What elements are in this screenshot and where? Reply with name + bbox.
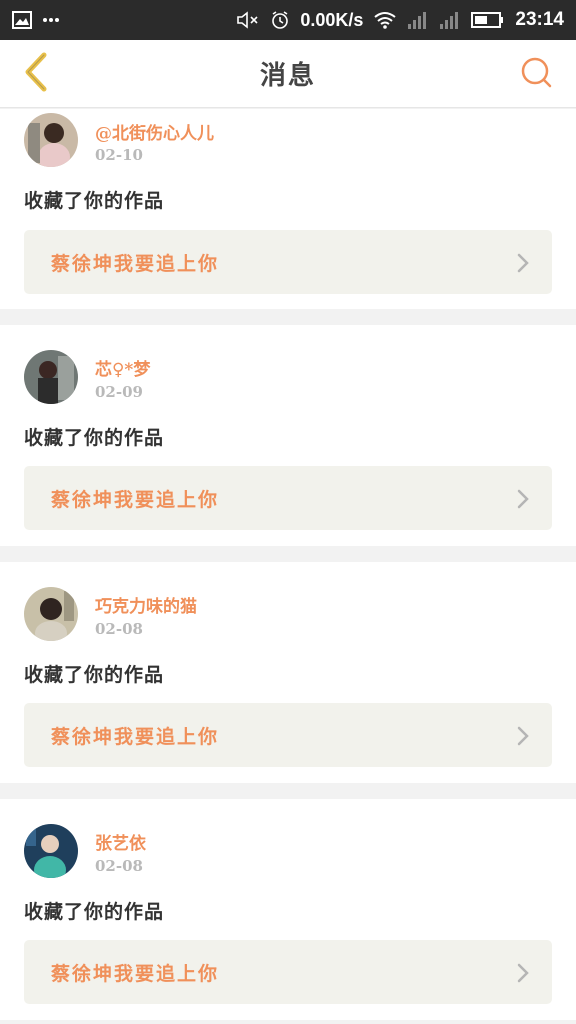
avatar[interactable] bbox=[24, 350, 78, 404]
signal-2-icon bbox=[439, 10, 461, 30]
message-action: 收藏了你的作品 bbox=[24, 190, 165, 212]
avatar[interactable] bbox=[24, 113, 78, 167]
back-button[interactable] bbox=[14, 52, 58, 96]
work-link[interactable]: 蔡徐坤我要追上你 bbox=[24, 466, 552, 530]
list-item: 张艺依 02-08 收藏了你的作品 蔡徐坤我要追上你 bbox=[0, 799, 576, 1020]
status-bar: 0.00K/s 23:14 bbox=[0, 0, 576, 40]
search-icon bbox=[519, 55, 553, 93]
message-action: 收藏了你的作品 bbox=[24, 901, 165, 923]
battery-icon bbox=[471, 11, 505, 29]
list-item: 芯♀*梦 02-09 收藏了你的作品 蔡徐坤我要追上你 bbox=[0, 325, 576, 546]
user-name[interactable]: 芯♀*梦 bbox=[95, 355, 150, 380]
wifi-icon bbox=[373, 11, 397, 29]
more-dots-icon bbox=[42, 17, 60, 23]
work-title: 蔡徐坤我要追上你 bbox=[51, 252, 220, 275]
work-title: 蔡徐坤我要追上你 bbox=[51, 725, 220, 748]
network-speed: 0.00K/s bbox=[300, 9, 364, 30]
message-date: 02-09 bbox=[95, 383, 143, 401]
user-name[interactable]: 张艺依 bbox=[95, 829, 146, 854]
work-title: 蔡徐坤我要追上你 bbox=[51, 962, 220, 985]
message-action: 收藏了你的作品 bbox=[24, 664, 165, 686]
clock: 23:14 bbox=[515, 9, 564, 30]
mute-icon bbox=[236, 10, 260, 30]
avatar[interactable] bbox=[24, 824, 78, 878]
avatar[interactable] bbox=[24, 587, 78, 641]
alarm-icon bbox=[270, 10, 290, 30]
message-date: 02-10 bbox=[95, 146, 143, 164]
message-list: @北街伤心人儿 02-10 收藏了你的作品 蔡徐坤我要追上你 芯♀*梦 02-0… bbox=[0, 109, 576, 1020]
page-title: 消息 bbox=[259, 61, 316, 91]
chevron-right-icon bbox=[516, 962, 530, 984]
user-name[interactable]: 巧克力味的猫 bbox=[95, 592, 197, 617]
work-link[interactable]: 蔡徐坤我要追上你 bbox=[24, 230, 552, 294]
work-title: 蔡徐坤我要追上你 bbox=[51, 488, 220, 511]
list-item: @北街伤心人儿 02-10 收藏了你的作品 蔡徐坤我要追上你 bbox=[0, 109, 576, 309]
message-action: 收藏了你的作品 bbox=[24, 427, 165, 449]
signal-1-icon bbox=[407, 10, 429, 30]
nav-bar: 消息 bbox=[0, 40, 576, 108]
list-item: 巧克力味的猫 02-08 收藏了你的作品 蔡徐坤我要追上你 bbox=[0, 562, 576, 783]
chevron-right-icon bbox=[516, 488, 530, 510]
message-date: 02-08 bbox=[95, 620, 143, 638]
chevron-right-icon bbox=[516, 725, 530, 747]
message-date: 02-08 bbox=[95, 857, 143, 875]
image-icon bbox=[12, 11, 32, 29]
chevron-left-icon bbox=[22, 52, 50, 96]
user-name[interactable]: @北街伤心人儿 bbox=[95, 119, 214, 144]
work-link[interactable]: 蔡徐坤我要追上你 bbox=[24, 940, 552, 1004]
work-link[interactable]: 蔡徐坤我要追上你 bbox=[24, 703, 552, 767]
chevron-right-icon bbox=[516, 252, 530, 274]
search-button[interactable] bbox=[516, 54, 556, 94]
